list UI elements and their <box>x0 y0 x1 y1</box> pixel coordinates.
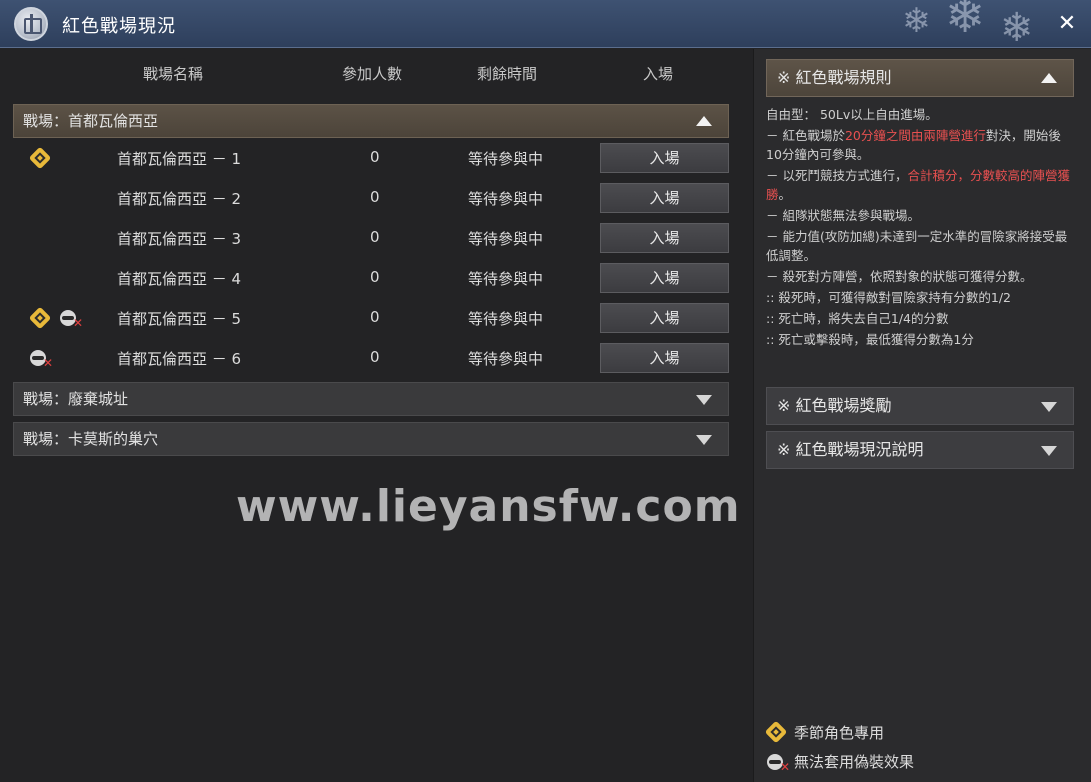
section-header-valencia[interactable]: 戰場：首都瓦倫西亞 <box>13 104 729 138</box>
participant-count: 0 <box>370 228 380 246</box>
column-header-enter: 入場 <box>643 65 674 83</box>
status-text: 等待參與中 <box>468 230 544 248</box>
participant-count: 0 <box>370 188 380 206</box>
collapse-arrows-icon[interactable]: ✕ <box>1053 10 1081 38</box>
no-disguise-icon: ✕ <box>30 349 53 370</box>
enter-button[interactable]: 入場 <box>600 343 729 373</box>
rule-line: － 能力值(攻防加總)未達到一定水準的冒險家將接受最低調整。 <box>766 229 1068 263</box>
section-header-ruins[interactable]: 戰場：廢棄城址 <box>13 382 729 416</box>
battlefield-list-panel: 戰場名稱 參加人數 剩餘時間 入場 戰場：首都瓦倫西亞 首都瓦倫西亞 － 1 0… <box>0 49 752 782</box>
battlefield-name: 首都瓦倫西亞 － 5 <box>117 310 242 328</box>
participant-count: 0 <box>370 268 380 286</box>
table-row: ✕ 首都瓦倫西亞 － 5 0 等待參與中 入場 <box>13 300 729 336</box>
watermark-text: www.lieyansfw.com <box>236 481 741 532</box>
legend-season-only: 季節角色專用 <box>794 724 885 742</box>
battlefield-name: 首都瓦倫西亞 － 1 <box>117 150 242 168</box>
table-row: 首都瓦倫西亞 － 4 0 等待參與中 入場 <box>13 260 729 296</box>
status-text: 等待參與中 <box>468 270 544 288</box>
battlefield-name: 首都瓦倫西亞 － 3 <box>117 230 242 248</box>
status-explanation-label: ※ 紅色戰場現況說明 <box>777 440 924 459</box>
rule-line: － 以死鬥競技方式進行，合計積分，分數較高的陣營獲勝。 <box>766 168 1070 202</box>
enter-button[interactable]: 入場 <box>600 183 729 213</box>
rewards-header[interactable]: ※ 紅色戰場獎勵 <box>766 387 1074 425</box>
table-row: 首都瓦倫西亞 － 1 0 等待參與中 入場 <box>13 140 729 176</box>
expand-triangle-icon <box>696 435 712 445</box>
participant-count: 0 <box>370 308 380 326</box>
section-label: 戰場：首都瓦倫西亞 <box>23 112 159 130</box>
column-header-participants: 參加人數 <box>342 65 403 83</box>
status-text: 等待參與中 <box>468 350 544 368</box>
enter-button[interactable]: 入場 <box>600 223 729 253</box>
section-label: 戰場：卡莫斯的巢穴 <box>23 430 159 448</box>
snowflake-icon: ❄ <box>902 1 931 41</box>
column-header-name: 戰場名稱 <box>143 65 204 83</box>
rules-text: 自由型： 50Lv以上自由進場。 － 紅色戰場於20分鐘之間由兩陣營進行對決，開… <box>766 105 1074 351</box>
rule-line: － 紅色戰場於20分鐘之間由兩陣營進行對決，開始後10分鐘內可參與。 <box>766 128 1061 162</box>
table-row: ✕ 首都瓦倫西亞 － 6 0 等待參與中 入場 <box>13 340 729 376</box>
participant-count: 0 <box>370 348 380 366</box>
rule-line: 自由型： 50Lv以上自由進場。 <box>766 107 938 122</box>
info-panel: ※ 紅色戰場規則 自由型： 50Lv以上自由進場。 － 紅色戰場於20分鐘之間由… <box>753 49 1091 782</box>
column-header-remaining-time: 剩餘時間 <box>477 65 538 83</box>
rule-line: :: 死亡或擊殺時，最低獲得分數為1分 <box>766 332 974 347</box>
season-character-icon <box>28 306 52 330</box>
status-explanation-header[interactable]: ※ 紅色戰場現況說明 <box>766 431 1074 469</box>
rules-header[interactable]: ※ 紅色戰場規則 <box>766 59 1074 97</box>
window-title: 紅色戰場現況 <box>62 16 176 37</box>
snowflake-icon: ❄ <box>945 0 986 44</box>
table-row: 首都瓦倫西亞 － 3 0 等待參與中 入場 <box>13 220 729 256</box>
enter-button[interactable]: 入場 <box>600 303 729 333</box>
rule-line: :: 殺死時，可獲得敵對冒險家持有分數的1/2 <box>766 290 1012 305</box>
battlefield-emblem-icon <box>14 7 48 41</box>
rule-line: :: 死亡時，將失去自己1/4的分數 <box>766 311 949 326</box>
expand-triangle-icon <box>696 395 712 405</box>
no-disguise-icon: ✕ <box>60 309 83 330</box>
legend-no-disguise: 無法套用偽裝效果 <box>794 753 915 771</box>
snowflake-icon: ❄ <box>1000 5 1034 48</box>
season-character-icon <box>28 146 52 170</box>
status-text: 等待參與中 <box>468 190 544 208</box>
collapse-triangle-icon <box>696 116 712 126</box>
no-disguise-icon: ✕ <box>767 753 790 774</box>
battlefield-name: 首都瓦倫西亞 － 4 <box>117 270 242 288</box>
expand-triangle-icon <box>1041 402 1057 412</box>
participant-count: 0 <box>370 148 380 166</box>
section-header-kamos-lair[interactable]: 戰場：卡莫斯的巢穴 <box>13 422 729 456</box>
rule-line: － 組隊狀態無法參與戰場。 <box>766 208 920 223</box>
enter-button[interactable]: 入場 <box>600 263 729 293</box>
title-bar: 紅色戰場現況 ❄ ❄ ❄ ✕ <box>0 0 1091 48</box>
status-text: 等待參與中 <box>468 310 544 328</box>
expand-triangle-icon <box>1041 446 1057 456</box>
collapse-triangle-icon <box>1041 73 1057 83</box>
table-row: 首都瓦倫西亞 － 2 0 等待參與中 入場 <box>13 180 729 216</box>
rewards-header-label: ※ 紅色戰場獎勵 <box>777 396 892 415</box>
battlefield-name: 首都瓦倫西亞 － 2 <box>117 190 242 208</box>
status-text: 等待參與中 <box>468 150 544 168</box>
enter-button[interactable]: 入場 <box>600 143 729 173</box>
section-label: 戰場：廢棄城址 <box>23 390 129 408</box>
battlefield-name: 首都瓦倫西亞 － 6 <box>117 350 242 368</box>
rules-header-label: ※ 紅色戰場規則 <box>777 68 892 87</box>
rule-line: － 殺死對方陣營，依照對象的狀態可獲得分數。 <box>766 269 1033 284</box>
season-character-icon <box>764 720 788 744</box>
